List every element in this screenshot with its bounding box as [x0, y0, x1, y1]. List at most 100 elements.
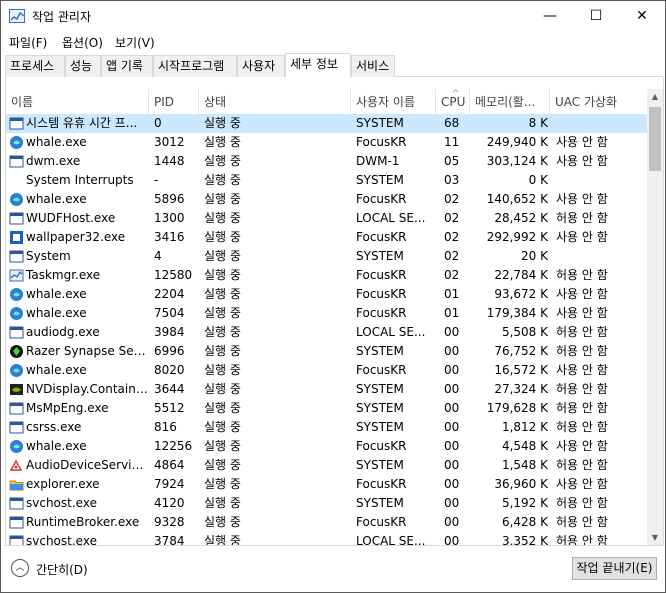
process-name: WUDFHost.exe — [26, 211, 116, 225]
process-pid: 9328 — [154, 515, 185, 529]
process-memory: 36,960 K — [494, 477, 548, 491]
process-pid: 1300 — [154, 211, 185, 225]
process-memory: 179,384 K — [486, 306, 548, 320]
process-cpu: 00 — [444, 496, 460, 510]
process-row[interactable]: MsMpEng.exe 5512 실행 중 SYSTEM 00 179,628 K 허용 안… — [6, 399, 649, 418]
process-row[interactable]: 시스템 유휴 시간 프... 0 실행 중 SYSTEM 68 8 K — [6, 114, 649, 133]
process-row[interactable]: whale.exe 7504 실행 중 FocusKR 01 179,384 K 사용 안 … — [6, 304, 649, 323]
menu-options[interactable]: 옵션(O) — [62, 34, 103, 51]
process-row[interactable]: NVDisplay.Containe... 3644 실행 중 SYSTEM 00 27,… — [6, 380, 649, 399]
scroll-up-icon[interactable]: ▲ — [647, 89, 663, 105]
process-name: whale.exe — [26, 192, 87, 206]
tab-performance[interactable]: 성능 — [65, 55, 101, 77]
tab-services[interactable]: 서비스 — [351, 55, 395, 77]
process-uac: 허용 안 함 — [556, 420, 608, 434]
process-row[interactable]: AudioDeviceService.... 4864 실행 중 SYSTEM 00 1,… — [6, 456, 649, 475]
process-row[interactable]: svchost.exe 3784 실행 중 LOCAL SE... 00 3,352 K 허… — [6, 532, 649, 546]
process-user: LOCAL SE... — [356, 211, 426, 225]
tab-users[interactable]: 사용자 — [237, 55, 285, 77]
process-name: whale.exe — [26, 363, 87, 377]
process-memory: 6,428 K — [501, 515, 548, 529]
process-cpu: 02 — [444, 249, 460, 263]
process-cpu: 02 — [444, 211, 460, 225]
process-memory: 3,352 K — [501, 534, 548, 546]
process-user: LOCAL SE... — [356, 325, 426, 339]
process-cpu: 03 — [444, 173, 460, 187]
process-uac: 허용 안 함 — [556, 401, 608, 415]
minimize-button[interactable]: — — [527, 1, 573, 31]
process-uac: 사용 안 함 — [556, 306, 608, 320]
tab-app-history[interactable]: 앱 기록 — [101, 55, 153, 77]
window-title: 작업 관리자 — [32, 10, 92, 24]
scroll-down-icon[interactable]: ▼ — [647, 530, 663, 545]
process-row[interactable]: svchost.exe 4120 실행 중 SYSTEM 00 5,192 K 허용 안 함 — [6, 494, 649, 513]
process-row[interactable]: RuntimeBroker.exe 9328 실행 중 FocusKR 00 6,428 … — [6, 513, 649, 532]
process-uac: 사용 안 함 — [556, 135, 608, 149]
process-status: 실행 중 — [204, 249, 241, 263]
process-status: 실행 중 — [204, 135, 241, 149]
column-header-pid[interactable]: PID — [149, 89, 199, 115]
process-cpu: 00 — [444, 344, 460, 358]
process-memory: 16,572 K — [494, 363, 548, 377]
process-status: 실행 중 — [204, 192, 241, 206]
end-task-button[interactable]: 작업 끝내기(E) — [572, 557, 657, 580]
title-bar[interactable]: 작업 관리자 — ☐ ✕ — [1, 1, 665, 31]
process-uac: 허용 안 함 — [556, 496, 608, 510]
process-row[interactable]: System 4 실행 중 SYSTEM 02 20 K — [6, 247, 649, 266]
process-cpu: 00 — [444, 439, 460, 453]
process-status: 실행 중 — [204, 363, 241, 377]
fewer-details-link[interactable]: 간단히(D) — [36, 561, 88, 578]
process-user: SYSTEM — [356, 458, 404, 472]
process-row[interactable]: whale.exe 5896 실행 중 FocusKR 02 140,652 K 사용 안 … — [6, 190, 649, 209]
process-pid: 4 — [154, 249, 162, 263]
process-pid: 3012 — [154, 135, 185, 149]
process-memory: 22,784 K — [494, 268, 548, 282]
process-cpu: 05 — [444, 154, 460, 168]
process-pid: 4120 — [154, 496, 185, 510]
process-memory: 27,324 K — [494, 382, 548, 396]
process-row[interactable]: whale.exe 2204 실행 중 FocusKR 01 93,672 K 사용 안 함 — [6, 285, 649, 304]
tab-processes[interactable]: 프로세스 — [5, 55, 65, 77]
process-row[interactable]: whale.exe 8020 실행 중 FocusKR 00 16,572 K 사용 안 함 — [6, 361, 649, 380]
process-row[interactable]: Taskmgr.exe 12580 실행 중 FocusKR 02 22,784 K 허용 … — [6, 266, 649, 285]
scrollbar-thumb[interactable] — [649, 107, 661, 171]
process-status: 실행 중 — [204, 173, 241, 187]
process-uac: 사용 안 함 — [556, 477, 608, 491]
column-header-memory[interactable]: 메모리(활... — [470, 89, 550, 115]
process-name: AudioDeviceService.... — [26, 458, 148, 472]
process-status: 실행 중 — [204, 325, 241, 339]
tab-details[interactable]: 세부 정보 — [285, 53, 351, 78]
process-user: FocusKR — [356, 363, 407, 377]
process-row[interactable]: Razer Synapse Servi... 6996 실행 중 SYSTEM 00 76… — [6, 342, 649, 361]
process-uac: 허용 안 함 — [556, 344, 608, 358]
task-manager-window: 작업 관리자 — ☐ ✕ 파일(F) 옵션(O) 보기(V) 프로세스 성능 앱… — [0, 0, 666, 593]
tab-startup[interactable]: 시작프로그램 — [153, 55, 237, 77]
process-row[interactable]: WUDFHost.exe 1300 실행 중 LOCAL SE... 02 28,452 … — [6, 209, 649, 228]
chevron-up-circle-icon[interactable]: ︿ — [11, 559, 29, 577]
process-row[interactable]: wallpaper32.exe 3416 실행 중 FocusKR 02 292,992 … — [6, 228, 649, 247]
process-row[interactable]: System Interrupts - 실행 중 SYSTEM 03 0 K — [6, 171, 649, 190]
process-memory: 20 K — [521, 249, 548, 263]
process-row[interactable]: whale.exe 12256 실행 중 FocusKR 00 4,548 K 사용 안 함 — [6, 437, 649, 456]
column-header-name[interactable]: 이름 — [6, 89, 149, 115]
process-user: SYSTEM — [356, 420, 404, 434]
process-user: FocusKR — [356, 439, 407, 453]
close-button[interactable]: ✕ — [619, 1, 665, 31]
maximize-button[interactable]: ☐ — [573, 1, 619, 31]
column-header-status[interactable]: 상태 — [199, 89, 351, 115]
process-name: whale.exe — [26, 439, 87, 453]
sort-ascending-icon: ^ — [452, 89, 460, 99]
process-row[interactable]: csrss.exe 816 실행 중 SYSTEM 00 1,812 K 허용 안 함 — [6, 418, 649, 437]
column-header-user[interactable]: 사용자 이름 — [351, 89, 436, 115]
process-row[interactable]: dwm.exe 1448 실행 중 DWM-1 05 303,124 K 사용 안 함 — [6, 152, 649, 171]
column-header-uac[interactable]: UAC 가상화 — [550, 89, 649, 115]
process-row[interactable]: audiodg.exe 3984 실행 중 LOCAL SE... 00 5,508 K 허… — [6, 323, 649, 342]
process-status: 실행 중 — [204, 116, 241, 130]
menu-file[interactable]: 파일(F) — [9, 34, 47, 51]
process-row[interactable]: whale.exe 3012 실행 중 FocusKR 11 249,940 K 사용 안 … — [6, 133, 649, 152]
menu-view[interactable]: 보기(V) — [115, 34, 155, 51]
process-row[interactable]: explorer.exe 7924 실행 중 FocusKR 00 36,960 K 사용 … — [6, 475, 649, 494]
process-memory: 179,628 K — [486, 401, 548, 415]
process-user: FocusKR — [356, 268, 407, 282]
vertical-scrollbar[interactable]: ▲ ▼ — [647, 89, 663, 545]
